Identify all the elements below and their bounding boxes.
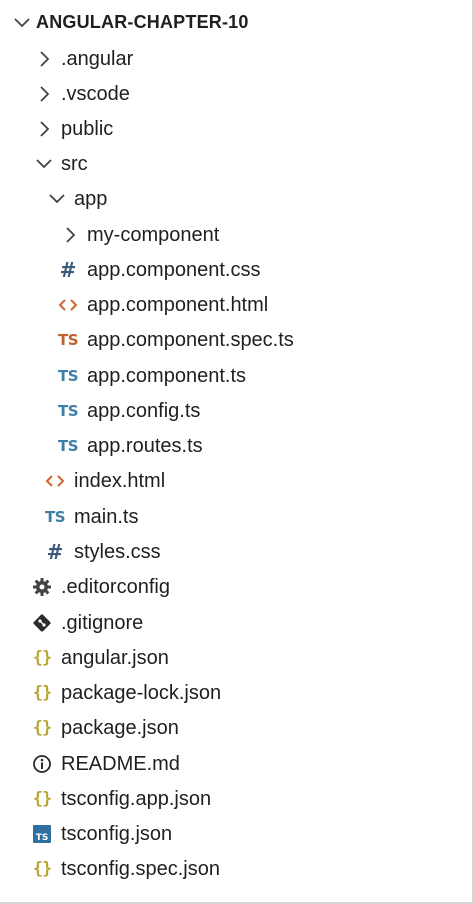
tree-item-label: .vscode — [61, 83, 130, 105]
tree-folder-angular[interactable]: .angular — [0, 41, 470, 76]
chevron-right-icon — [33, 118, 55, 140]
css-hash-icon: # — [46, 540, 64, 564]
tree-item-label: angular.json — [61, 647, 169, 669]
chevron-down-icon — [46, 188, 68, 210]
tree-item-label: app.component.ts — [87, 365, 246, 387]
tree-item-label: .angular — [61, 48, 134, 70]
json-braces-icon: {} — [32, 683, 53, 703]
tree-folder-public[interactable]: public — [0, 111, 470, 146]
tree-folder-app[interactable]: app — [0, 181, 470, 216]
tree-item-label: tsconfig.json — [61, 823, 173, 845]
ts-icon: TS — [57, 367, 79, 385]
json-braces-icon: {} — [32, 789, 53, 809]
tree-item-label: .gitignore — [61, 612, 144, 634]
html-brackets-icon — [57, 294, 79, 316]
tree-file-app-component-css[interactable]: # app.component.css — [0, 252, 470, 287]
explorer-panel: ANGULAR-CHAPTER-10 .angular .vscode publ… — [0, 0, 474, 904]
gear-icon — [31, 576, 53, 598]
ts-icon: TS — [57, 402, 79, 420]
chevron-right-icon — [33, 48, 55, 70]
tree-item-label: package-lock.json — [61, 682, 222, 704]
tree-file-angular-json[interactable]: {} angular.json — [0, 640, 470, 675]
tree-item-label: my-component — [87, 224, 220, 246]
tree-file-package-lock-json[interactable]: {} package-lock.json — [0, 675, 470, 710]
chevron-right-icon — [33, 83, 55, 105]
tree-item-label: package.json — [61, 717, 179, 739]
tree-file-styles-css[interactable]: # styles.css — [0, 534, 470, 569]
tree-file-app-component-html[interactable]: app.component.html — [0, 287, 470, 322]
ts-icon: TS — [44, 508, 66, 526]
json-braces-icon: {} — [32, 718, 53, 738]
ts-spec-icon: TS — [57, 331, 79, 349]
tree-item-label: app — [74, 188, 108, 210]
tree-item-label: app.component.css — [87, 259, 261, 281]
tree-item-label: app.component.html — [87, 294, 269, 316]
json-braces-icon: {} — [32, 648, 53, 668]
tree-item-label: public — [61, 118, 114, 140]
root-folder-title: ANGULAR-CHAPTER-10 — [36, 12, 249, 32]
tree-item-label: index.html — [74, 470, 166, 492]
tree-item-label: .editorconfig — [61, 576, 170, 598]
tree-file-package-json[interactable]: {} package.json — [0, 710, 470, 745]
tree-item-label: tsconfig.app.json — [61, 788, 212, 810]
explorer-root-folder[interactable]: ANGULAR-CHAPTER-10 — [0, 5, 470, 40]
tsconfig-icon: TS — [31, 823, 53, 845]
tree-file-readme-md[interactable]: README.md — [0, 746, 470, 781]
tree-item-label: app.config.ts — [87, 400, 201, 422]
chevron-down-icon — [14, 18, 30, 28]
tree-item-label: tsconfig.spec.json — [61, 858, 220, 880]
git-icon — [31, 612, 53, 634]
tree-item-label: app.component.spec.ts — [87, 329, 294, 351]
tree-item-label: main.ts — [74, 506, 139, 528]
tree-file-app-component-spec-ts[interactable]: TS app.component.spec.ts — [0, 322, 470, 357]
json-braces-icon: {} — [32, 859, 53, 879]
info-icon — [31, 753, 53, 775]
tree-folder-src[interactable]: src — [0, 146, 470, 181]
chevron-down-icon — [33, 153, 55, 175]
tree-file-editorconfig[interactable]: .editorconfig — [0, 569, 470, 604]
tree-file-tsconfig-app-json[interactable]: {} tsconfig.app.json — [0, 781, 470, 816]
tree-file-tsconfig-json[interactable]: TS tsconfig.json — [0, 816, 470, 851]
chevron-right-icon — [59, 224, 81, 246]
svg-text:TS: TS — [36, 833, 49, 843]
tree-item-label: app.routes.ts — [87, 435, 203, 457]
tree-folder-my-component[interactable]: my-component — [0, 217, 470, 252]
tree-item-label: README.md — [61, 753, 180, 775]
html-brackets-icon — [44, 470, 66, 492]
tree-folder-vscode[interactable]: .vscode — [0, 76, 470, 111]
tree-item-label: src — [61, 153, 88, 175]
tree-file-main-ts[interactable]: TS main.ts — [0, 499, 470, 534]
tree-file-tsconfig-spec-json[interactable]: {} tsconfig.spec.json — [0, 851, 470, 886]
tree-file-app-component-ts[interactable]: TS app.component.ts — [0, 358, 470, 393]
tree-file-app-routes-ts[interactable]: TS app.routes.ts — [0, 428, 470, 463]
tree-file-app-config-ts[interactable]: TS app.config.ts — [0, 393, 470, 428]
ts-icon: TS — [57, 437, 79, 455]
tree-file-gitignore[interactable]: .gitignore — [0, 605, 470, 640]
tree-item-label: styles.css — [74, 541, 161, 563]
tree-file-index-html[interactable]: index.html — [0, 463, 470, 498]
css-hash-icon: # — [59, 258, 77, 282]
